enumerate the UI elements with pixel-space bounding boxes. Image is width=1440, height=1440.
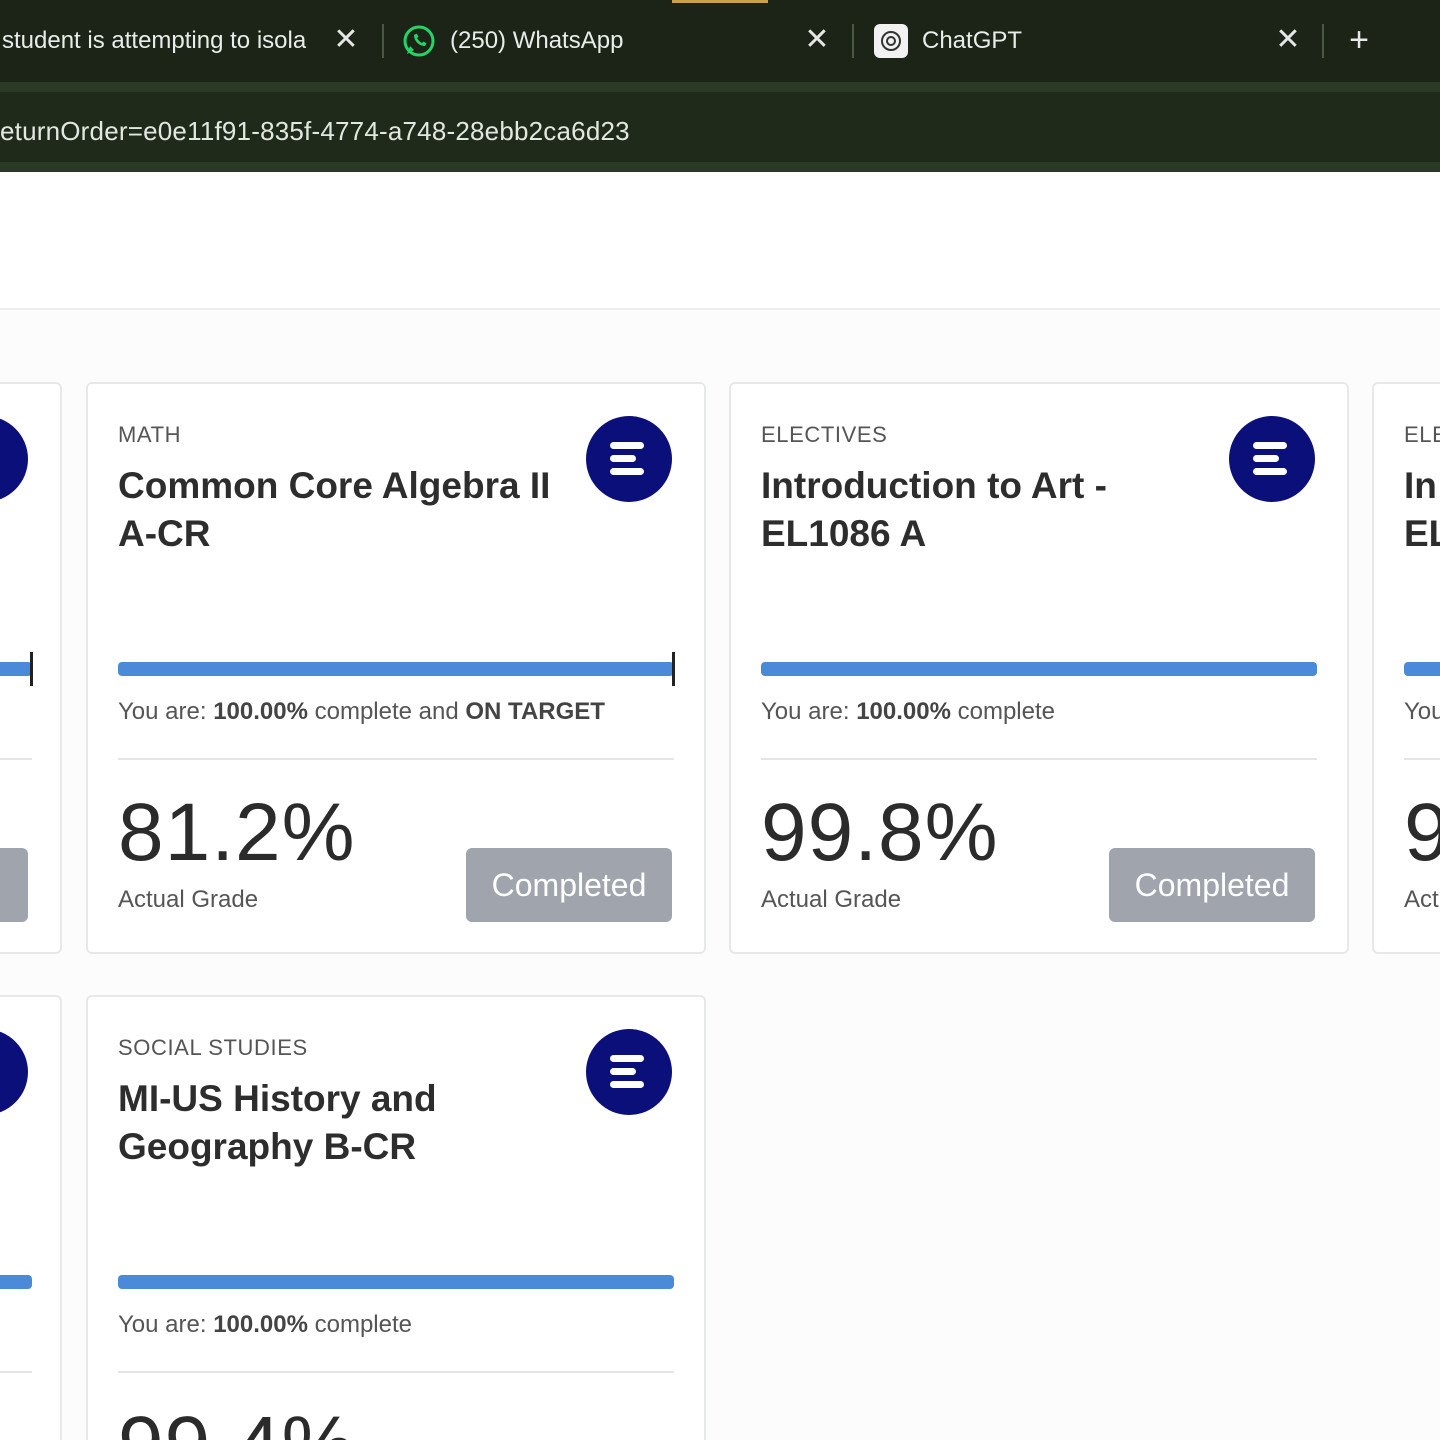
progress-bar <box>118 1275 674 1289</box>
progress-bar <box>118 662 674 676</box>
tab-chatgpt[interactable]: ChatGPT <box>874 12 1254 70</box>
tab-title: (250) WhatsApp <box>450 27 624 54</box>
course-logo-icon <box>586 416 672 502</box>
course-card-partial-right[interactable]: ELE In EL You 9 Act <box>1372 382 1440 954</box>
divider <box>0 758 32 760</box>
divider <box>118 758 674 760</box>
tab-close-icon[interactable]: ✕ <box>1274 22 1302 58</box>
tab-close-icon[interactable]: ✕ <box>803 22 831 58</box>
page-header-area <box>0 172 1440 310</box>
new-tab-button[interactable]: + <box>1342 20 1376 60</box>
progress-bar <box>0 1275 32 1289</box>
course-category: ELE <box>1404 422 1440 447</box>
divider <box>0 1371 32 1373</box>
progress-fill <box>118 1275 674 1289</box>
course-title[interactable]: Common Core Algebra II A-CR <box>118 462 568 558</box>
tab-close-icon[interactable]: ✕ <box>332 22 360 58</box>
address-bar: eturnOrder=e0e11f91-835f-4774-a748-28ebb… <box>0 82 1440 172</box>
chatgpt-icon <box>874 24 908 58</box>
url-text[interactable]: eturnOrder=e0e11f91-835f-4774-a748-28ebb… <box>0 116 630 147</box>
course-logo-icon <box>0 416 28 502</box>
divider <box>118 1371 674 1373</box>
course-logo-icon <box>1229 416 1315 502</box>
progress-fill <box>118 662 674 676</box>
course-card[interactable]: ELECTIVES Introduction to Art - EL1086 A… <box>729 382 1349 954</box>
course-title[interactable]: MI-US History and Geography B-CR <box>118 1075 568 1171</box>
course-card[interactable]: MATH Common Core Algebra II A-CR You are… <box>86 382 706 954</box>
progress-status: You are: 100.00% complete and ON TARGET <box>118 698 605 725</box>
actual-grade-value: 99.8% <box>761 787 999 878</box>
progress-fill <box>761 662 1317 676</box>
tab-separator <box>852 24 854 58</box>
actual-grade-value: 81.2% <box>118 787 356 878</box>
progress-status: You are: 100.00% complete <box>761 698 1056 725</box>
course-logo-icon <box>586 1029 672 1115</box>
tab-separator <box>1322 24 1324 58</box>
tab-whatsapp[interactable]: (250) WhatsApp <box>402 12 782 70</box>
actual-grade-value: 9 <box>1404 786 1440 880</box>
tab-separator <box>382 24 384 58</box>
target-marker <box>30 652 33 686</box>
target-marker <box>672 652 675 686</box>
completed-button[interactable] <box>0 848 28 922</box>
tab-student[interactable]: student is attempting to isola <box>2 12 312 70</box>
tab-loading-accent <box>672 0 768 3</box>
tab-title: ChatGPT <box>922 27 1023 54</box>
course-card-partial-left[interactable] <box>0 382 62 954</box>
progress-bar <box>1404 662 1440 676</box>
progress-bar <box>761 662 1317 676</box>
tab-title: student is attempting to isola <box>2 27 307 54</box>
progress-status: You <box>1404 698 1440 725</box>
course-title[interactable]: Introduction to Art - EL1086 A <box>761 462 1211 558</box>
course-title[interactable]: In EL <box>1404 462 1440 558</box>
divider <box>1404 758 1440 760</box>
actual-grade-value: 99.4% <box>118 1399 356 1440</box>
course-card-partial-left[interactable] <box>0 995 62 1440</box>
whatsapp-icon <box>403 25 435 57</box>
course-card[interactable]: SOCIAL STUDIES MI-US History and Geograp… <box>86 995 706 1440</box>
browser-tab-bar: student is attempting to isola ✕ (250) W… <box>0 0 1440 82</box>
progress-bar <box>0 662 32 676</box>
course-logo-icon <box>0 1029 28 1115</box>
actual-grade-label: Actual Grade <box>761 886 902 913</box>
completed-button[interactable]: Completed <box>1109 848 1315 922</box>
progress-status: You are: 100.00% complete <box>118 1311 413 1338</box>
course-category: SOCIAL STUDIES <box>118 1035 308 1060</box>
completed-button[interactable]: Completed <box>466 848 672 922</box>
divider <box>761 758 1317 760</box>
course-category: ELECTIVES <box>761 422 888 447</box>
actual-grade-label: Actual Grade <box>118 886 259 913</box>
actual-grade-label: Act <box>1404 886 1439 913</box>
course-category: MATH <box>118 422 182 447</box>
